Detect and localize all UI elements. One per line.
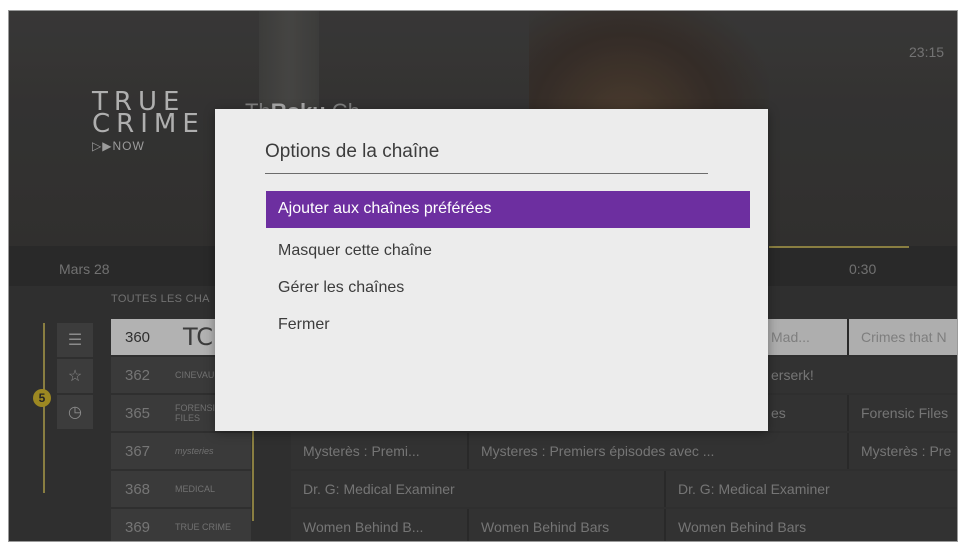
dialog-divider [265, 173, 708, 174]
close-option[interactable]: Fermer [266, 307, 750, 344]
channel-options-dialog: Options de la chaîne Ajouter aux chaînes… [215, 109, 768, 431]
add-to-favorites-option[interactable]: Ajouter aux chaînes préférées [266, 191, 750, 228]
manage-channels-option[interactable]: Gérer les chaînes [266, 270, 750, 307]
dialog-title: Options de la chaîne [265, 141, 440, 162]
hide-channel-option[interactable]: Masquer cette chaîne [266, 233, 750, 270]
